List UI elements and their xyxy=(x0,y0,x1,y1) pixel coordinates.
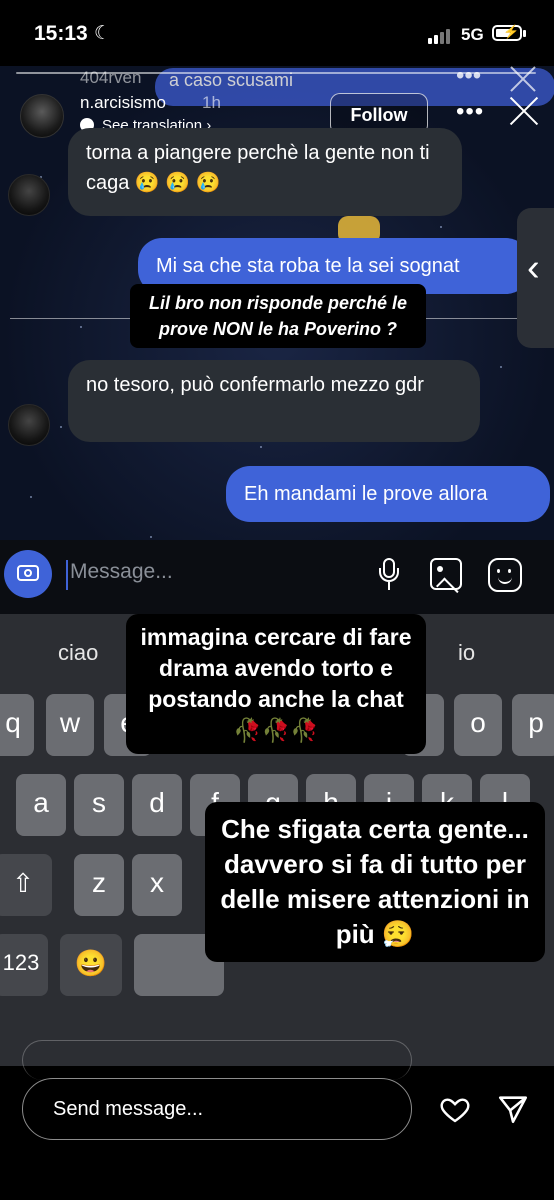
send-icon[interactable] xyxy=(496,1092,530,1126)
message-composer: Message... xyxy=(0,540,554,614)
camera-button[interactable] xyxy=(4,550,52,598)
close-icon[interactable] xyxy=(508,94,540,126)
camera-icon xyxy=(17,565,39,581)
shift-key[interactable]: ⇧ xyxy=(0,854,52,916)
key-q[interactable]: q xyxy=(0,694,34,756)
send-message-input[interactable]: Send message... xyxy=(22,1078,412,1140)
key-s[interactable]: s xyxy=(74,774,124,836)
story-username[interactable]: n.arcisismo xyxy=(80,93,166,113)
sender-avatar xyxy=(8,174,50,216)
key-x[interactable]: x xyxy=(132,854,182,916)
chevron-left-icon: ‹ xyxy=(527,247,540,289)
battery-tip xyxy=(523,30,526,37)
message-out-2: Eh mandami le prove allora xyxy=(226,466,550,522)
message-in-1: torna a piangere perchè la gente non ti … xyxy=(68,128,462,216)
key-a[interactable]: a xyxy=(16,774,66,836)
sender-avatar xyxy=(8,404,50,446)
ghost-more-icon: ••• xyxy=(456,66,482,89)
heart-icon[interactable] xyxy=(438,1093,472,1125)
signal-icon xyxy=(428,26,452,44)
story-view[interactable]: a caso scusami 404rven ••• n.arcisismo 1… xyxy=(0,66,554,1066)
emoji-key[interactable]: 😀 xyxy=(60,934,122,996)
ghost-close-icon xyxy=(508,66,538,94)
status-bar: 15:13 ☾ 5G ⚡ xyxy=(0,0,554,66)
numbers-key[interactable]: 123 xyxy=(0,934,48,996)
microphone-icon[interactable] xyxy=(379,558,399,592)
suggestion-io[interactable]: io xyxy=(458,640,475,666)
key-z[interactable]: z xyxy=(74,854,124,916)
message-in-2: no tesoro, può confermarlo mezzo gdr xyxy=(68,360,480,442)
message-input[interactable]: Message... xyxy=(70,560,173,584)
story-caption-2: immagina cercare di fare drama avendo to… xyxy=(126,614,426,754)
network-label: 5G xyxy=(461,25,484,44)
key-d[interactable]: d xyxy=(132,774,182,836)
ghost-input-outline xyxy=(22,1040,412,1080)
moon-icon: ☾ xyxy=(94,23,112,44)
story-progress-bar xyxy=(16,72,536,74)
ghost-username: 404rven xyxy=(80,68,142,87)
reply-bar: Send message... xyxy=(0,1040,554,1200)
status-time: 15:13 xyxy=(34,22,88,45)
more-options-icon[interactable]: ••• xyxy=(456,98,484,126)
key-o[interactable]: o xyxy=(454,694,502,756)
sticker-icon[interactable] xyxy=(488,558,522,592)
gallery-icon[interactable] xyxy=(430,558,462,590)
side-handle[interactable]: ‹ xyxy=(517,208,554,348)
key-p[interactable]: p xyxy=(512,694,554,756)
battery-icon: ⚡ xyxy=(492,24,522,41)
suggestion-ciao[interactable]: ciao xyxy=(58,640,98,666)
avatar[interactable] xyxy=(20,94,64,138)
story-caption-1: Lil bro non risponde perché le prove NON… xyxy=(130,284,426,348)
key-w[interactable]: w xyxy=(46,694,94,756)
chat-screenshot: a caso scusami 404rven ••• n.arcisismo 1… xyxy=(0,66,554,611)
text-caret xyxy=(66,560,68,590)
story-caption-3: Che sfigata certa gente... davvero si fa… xyxy=(205,802,545,962)
story-time-ago: 1h xyxy=(202,93,221,112)
